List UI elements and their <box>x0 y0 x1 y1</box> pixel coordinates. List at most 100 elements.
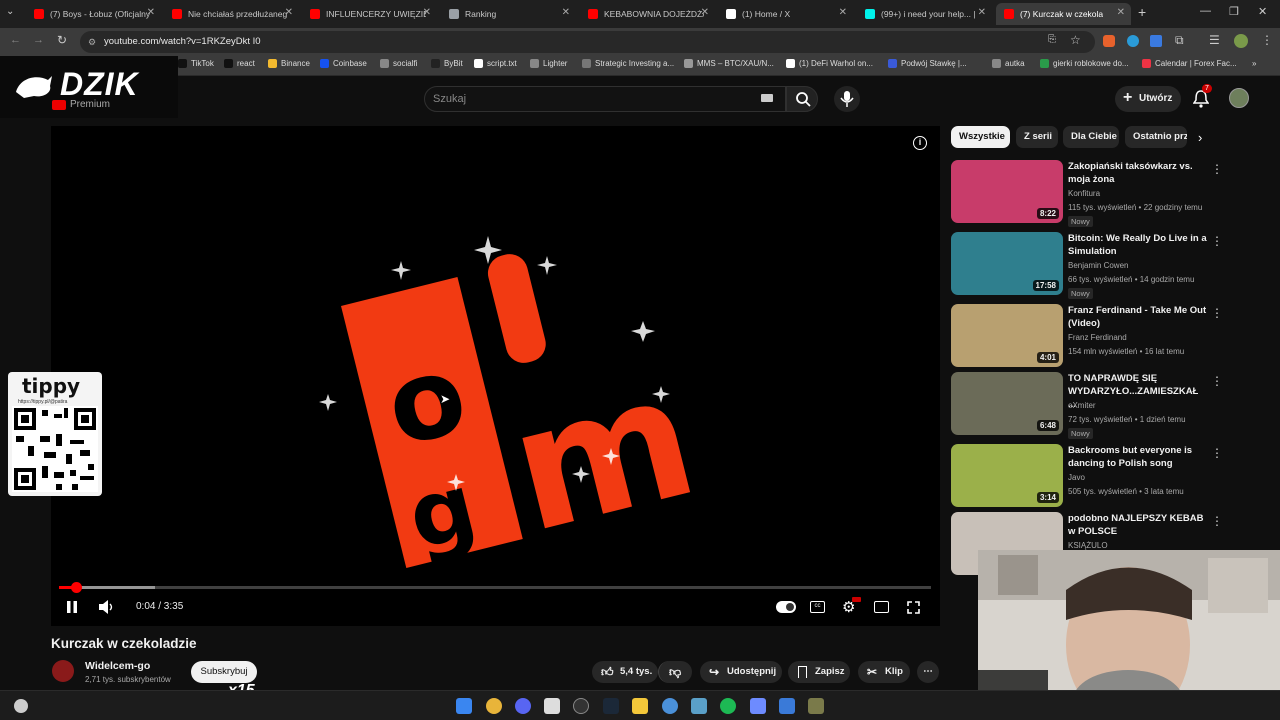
like-button[interactable]: 👍︎ 5,4 tys. <box>592 661 658 683</box>
related-channel-name[interactable]: Franz Ferdinand <box>1068 333 1127 342</box>
autoplay-toggle[interactable] <box>776 601 796 613</box>
bookmark-item[interactable]: Lighter <box>530 59 567 68</box>
dislike-button[interactable]: 👎︎ <box>658 661 692 683</box>
tab-close-icon[interactable]: ✕ <box>147 7 155 18</box>
tab-close-icon[interactable]: ✕ <box>562 7 570 18</box>
browser-icon[interactable] <box>662 698 678 714</box>
related-video-item[interactable]: 8:22 Zakopiański taksówkarz vs. moja żona… <box>951 160 1261 227</box>
spotify-icon[interactable] <box>720 698 736 714</box>
video-player[interactable]: o g m i ➤ <box>51 126 940 626</box>
related-video-item[interactable]: 6:48 TO NAPRAWDĘ SIĘ WYDARZYŁO...ZAMIESZK… <box>951 372 1261 439</box>
video-thumbnail[interactable]: 4:01 <box>951 304 1063 367</box>
tab-close-icon[interactable]: ✕ <box>839 7 847 18</box>
related-video-title[interactable]: Zakopiański taksówkarz vs. moja żona <box>1068 160 1208 186</box>
filter-chip[interactable]: Ostatnio prz <box>1125 126 1187 148</box>
tab-close-icon[interactable]: ✕ <box>423 7 431 18</box>
bookmark-item[interactable]: ByBit <box>431 59 463 68</box>
more-options-icon[interactable]: ⋮ <box>1211 234 1223 248</box>
new-tab-icon[interactable]: + <box>1138 4 1146 20</box>
profile-avatar[interactable] <box>1234 34 1248 48</box>
bookmark-item[interactable]: Binance <box>268 59 310 68</box>
steam-icon[interactable] <box>603 698 619 714</box>
bookmark-item[interactable]: autka <box>992 59 1025 68</box>
related-channel-name[interactable]: Benjamin Cowen <box>1068 261 1128 270</box>
start-windows-icon[interactable] <box>456 698 472 714</box>
bookmark-star-icon[interactable]: ☆ <box>1070 33 1081 47</box>
related-video-item[interactable]: 17:58 Bitcoin: We Really Do Live in a Sim… <box>951 232 1261 299</box>
browser-tab[interactable]: Nie chciałaś przedłużaneg ✕ <box>164 3 299 25</box>
tab-search-icon[interactable]: ⌄ <box>6 6 14 17</box>
related-video-title[interactable]: Backrooms but everyone is dancing to Pol… <box>1068 444 1208 470</box>
filter-chip[interactable]: Z serii <box>1016 126 1058 148</box>
discord-icon[interactable] <box>515 698 531 714</box>
related-video-item[interactable]: 3:14 Backrooms but everyone is dancing to… <box>951 444 1261 510</box>
account-avatar[interactable] <box>1229 88 1249 108</box>
extension-translate-icon[interactable] <box>1150 35 1162 47</box>
minimize-icon[interactable]: — <box>1200 5 1211 17</box>
close-window-icon[interactable]: ✕ <box>1258 5 1267 18</box>
filter-chip[interactable]: Wszystkie <box>951 126 1010 148</box>
chatgpt-icon[interactable] <box>573 698 589 714</box>
bookmark-item[interactable]: socialfi <box>380 59 417 68</box>
tab-close-icon[interactable]: ✕ <box>1117 7 1125 18</box>
create-button[interactable]: + Utwórz <box>1115 86 1181 112</box>
app-blue-icon[interactable] <box>691 698 707 714</box>
related-video-title[interactable]: Franz Ferdinand - Take Me Out (Video) <box>1068 304 1208 330</box>
site-info-icon[interactable]: ⚙ <box>88 31 96 53</box>
miniplayer-icon[interactable] <box>874 601 889 613</box>
search-input[interactable]: Szukaj <box>424 86 786 112</box>
bookmark-item[interactable]: Coinbase <box>320 59 367 68</box>
more-options-icon[interactable]: ⋮ <box>1211 306 1223 320</box>
bookmark-item[interactable]: MMS – BTC/XAU/N... <box>684 59 774 68</box>
related-video-item[interactable]: 4:01 Franz Ferdinand - Take Me Out (Video… <box>951 304 1261 370</box>
bookmark-item[interactable]: gierki roblokowe do... <box>1040 59 1129 68</box>
bookmark-item[interactable]: Calendar | Forex Fac... <box>1142 59 1237 68</box>
video-thumbnail[interactable]: 3:14 <box>951 444 1063 507</box>
browser-menu-icon[interactable]: ⋮ <box>1261 33 1273 47</box>
extension-fox-icon[interactable] <box>1103 35 1115 47</box>
minecraft-icon[interactable] <box>808 698 824 714</box>
vscode-icon[interactable] <box>779 698 795 714</box>
video-thumbnail[interactable]: 8:22 <box>951 160 1063 223</box>
keyboard-icon[interactable] <box>761 94 773 102</box>
back-icon[interactable]: ← <box>10 34 21 46</box>
browser-tab[interactable]: (7) Boys - Łobuz (Oficjalny ✕ <box>26 3 161 25</box>
voice-search-button[interactable] <box>834 86 860 112</box>
extensions-puzzle-icon[interactable]: ⧉ <box>1175 33 1184 48</box>
related-channel-name[interactable]: Javo <box>1068 473 1085 482</box>
editor-icon[interactable] <box>750 698 766 714</box>
browser-tab[interactable]: (1) Home / X ✕ <box>718 3 853 25</box>
bookmarks-overflow-icon[interactable]: » <box>1252 59 1256 68</box>
clip-button[interactable]: ✂ Klip <box>858 661 910 683</box>
chrome-icon[interactable] <box>486 698 502 714</box>
video-thumbnail[interactable]: 6:48 <box>951 372 1063 435</box>
channel-avatar[interactable] <box>52 660 74 682</box>
maximize-icon[interactable]: ❐ <box>1229 5 1239 18</box>
browser-tab[interactable]: INFLUENCERZY UWIĘZIE ✕ <box>302 3 437 25</box>
bookmark-item[interactable]: script.txt <box>474 59 517 68</box>
bookmark-item[interactable]: react <box>224 59 255 68</box>
channel-name[interactable]: Widelcem-go <box>85 660 150 672</box>
more-options-icon[interactable]: ⋮ <box>1211 446 1223 460</box>
forward-icon[interactable]: → <box>33 34 44 46</box>
pause-icon[interactable] <box>66 601 78 613</box>
bookmark-item[interactable]: (1) DeFi Warhol on... <box>786 59 873 68</box>
related-video-title[interactable]: Bitcoin: We Really Do Live in a Simulati… <box>1068 232 1208 258</box>
progress-bar[interactable] <box>59 582 931 593</box>
fullscreen-icon[interactable] <box>907 601 920 614</box>
save-button[interactable]: Zapisz <box>788 661 850 683</box>
chips-next-icon[interactable]: › <box>1198 130 1202 145</box>
extension-blue-icon[interactable] <box>1127 35 1139 47</box>
browser-tab[interactable]: KEBABOWNIA DOJEŻDŻA ✕ <box>580 3 715 25</box>
install-icon[interactable]: ⎘ <box>1048 34 1056 45</box>
share-button[interactable]: ↪ Udostępnij <box>700 661 782 683</box>
related-video-title[interactable]: podobno NAJLEPSZY KEBAB w POLSCE <box>1068 512 1208 538</box>
browser-tab[interactable]: (99+) i need your help... | ✕ <box>857 3 992 25</box>
tab-close-icon[interactable]: ✕ <box>701 7 709 18</box>
browser-tab[interactable]: (7) Kurczak w czekola ✕ <box>996 3 1131 25</box>
related-channel-name[interactable]: eXmiter <box>1068 401 1096 410</box>
tab-close-icon[interactable]: ✕ <box>978 7 986 18</box>
related-channel-name[interactable]: Konfitura <box>1068 189 1100 198</box>
search-button[interactable] <box>786 86 818 112</box>
related-channel-name[interactable]: KSIĄŻULO <box>1068 541 1108 550</box>
